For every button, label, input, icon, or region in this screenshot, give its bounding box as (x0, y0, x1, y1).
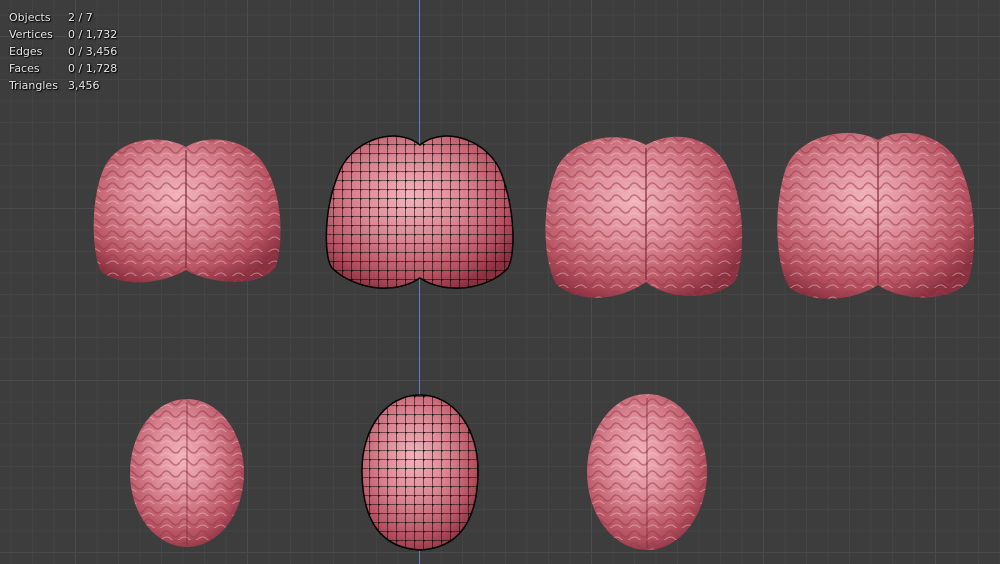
stat-value: 3,456 (68, 79, 100, 92)
stat-row-faces: Faces 0 / 1,728 (9, 60, 117, 77)
stat-label: Objects (9, 11, 51, 24)
brain-posterior-2[interactable] (545, 136, 743, 298)
stat-label: Triangles (9, 79, 58, 92)
brain-posterior-1[interactable] (93, 139, 281, 283)
brain-posterior-3[interactable] (777, 132, 975, 299)
brain-superior-2[interactable] (587, 394, 707, 550)
stat-value: 0 / 3,456 (68, 45, 118, 58)
brain-posterior-wireframe[interactable] (325, 135, 514, 289)
stat-row-objects: Objects 2 / 7 (9, 9, 117, 26)
statistics-overlay: Objects 2 / 7 Vertices 0 / 1,732 Edges 0 / 3,… (9, 9, 117, 94)
stat-row-vertices: Vertices 0 / 1,732 (9, 26, 117, 43)
viewport-scene (93, 132, 975, 551)
stat-label: Vertices (9, 28, 53, 41)
stat-value: 0 / 1,732 (68, 28, 118, 41)
brain-superior-wireframe[interactable] (361, 394, 479, 551)
stat-label: Faces (9, 62, 40, 75)
3d-viewport[interactable]: Objects 2 / 7 Vertices 0 / 1,732 Edges 0 / 3,… (0, 0, 1000, 564)
brain-superior-1[interactable] (130, 399, 244, 547)
stat-label: Edges (9, 45, 43, 58)
stat-row-edges: Edges 0 / 3,456 (9, 43, 117, 60)
stat-value: 2 / 7 (68, 11, 93, 24)
stat-value: 0 / 1,728 (68, 62, 118, 75)
stat-row-triangles: Triangles 3,456 (9, 77, 117, 94)
